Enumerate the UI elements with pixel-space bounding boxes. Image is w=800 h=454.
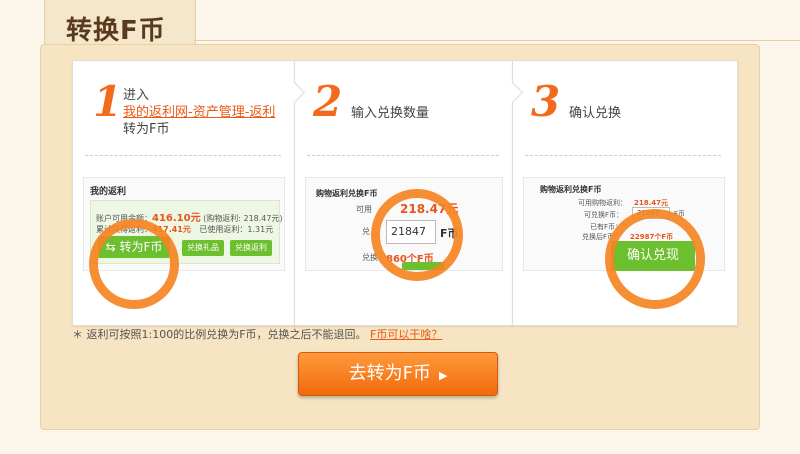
preview3-r2-label: 可兑换F币： (584, 211, 624, 219)
play-arrow-icon: ▶ (438, 369, 448, 382)
go-convert-button[interactable]: 去转为F币 ▶ (298, 352, 498, 396)
highlight-ring (371, 189, 463, 281)
step-1-line2: 转为F币 (123, 122, 170, 137)
preview2-title: 购物返利兑换F币 (316, 189, 378, 198)
preview2-exchange-label: 兑 (362, 227, 370, 236)
step-1-card: 1 进入 我的返利网-资产管理-返利 转为F币 我的返利 账户可用余额：416.… (72, 60, 296, 326)
step-1-line1: 进入 (123, 88, 150, 103)
cta-label: 去转为F币 (348, 363, 431, 384)
step-1-link[interactable]: 我的返利网-资产管理-返利 (123, 104, 275, 121)
step-3-divider (525, 155, 721, 156)
preview-row1-value: 416.10元 (152, 213, 201, 224)
step-1-text: 进入 我的返利网-资产管理-返利 转为F币 (123, 87, 275, 138)
note-text: ＊ 返利可按照1:100的比例兑换为F币，兑换之后不能退回。 (72, 328, 367, 341)
step-1-number: 1 (93, 77, 123, 126)
preview-title: 我的返利 (90, 187, 127, 197)
page-title: 转换F币 (66, 16, 166, 46)
step-2-number: 2 (313, 77, 343, 126)
preview3-r1-label: 可用购物返利： (578, 199, 627, 207)
preview2-available-label: 可用 (356, 205, 372, 214)
exchange-rebate-button[interactable]: 兑换返利 (230, 240, 272, 256)
fcoin-help-link[interactable]: F币可以干啥？ (370, 328, 442, 341)
step-2-card: 2 输入兑换数量 购物返利兑换F币 可用 218.47元 兑 21847 F币 … (294, 60, 514, 326)
highlight-ring (89, 219, 179, 309)
preview-row2-value-b: 1.31元 (247, 225, 274, 234)
header-divider (194, 40, 800, 41)
preview-row2-label-b: 已使用返利： (199, 225, 248, 234)
exchange-note: ＊ 返利可按照1:100的比例兑换为F币，兑换之后不能退回。 F币可以干啥？ (72, 326, 442, 342)
highlight-ring (605, 209, 705, 309)
step-1-divider (85, 155, 281, 156)
preview-row1-note: (购物返利: 218.47元) (203, 214, 283, 223)
step-3-card: 3 确认兑换 购物返利兑换F币 可用购物返利： 218.47元 可兑换F币： 2… (512, 60, 738, 326)
step-2-divider (307, 155, 499, 156)
exchange-gift-button[interactable]: 兑换礼品 (182, 240, 224, 256)
step-3-text: 确认兑换 (569, 106, 622, 121)
preview3-title: 购物返利兑换F币 (540, 185, 602, 194)
step-3-number: 3 (531, 77, 561, 126)
steps-container: 1 进入 我的返利网-资产管理-返利 转为F币 我的返利 账户可用余额：416.… (72, 60, 738, 326)
step-2-text: 输入兑换数量 (351, 106, 430, 121)
